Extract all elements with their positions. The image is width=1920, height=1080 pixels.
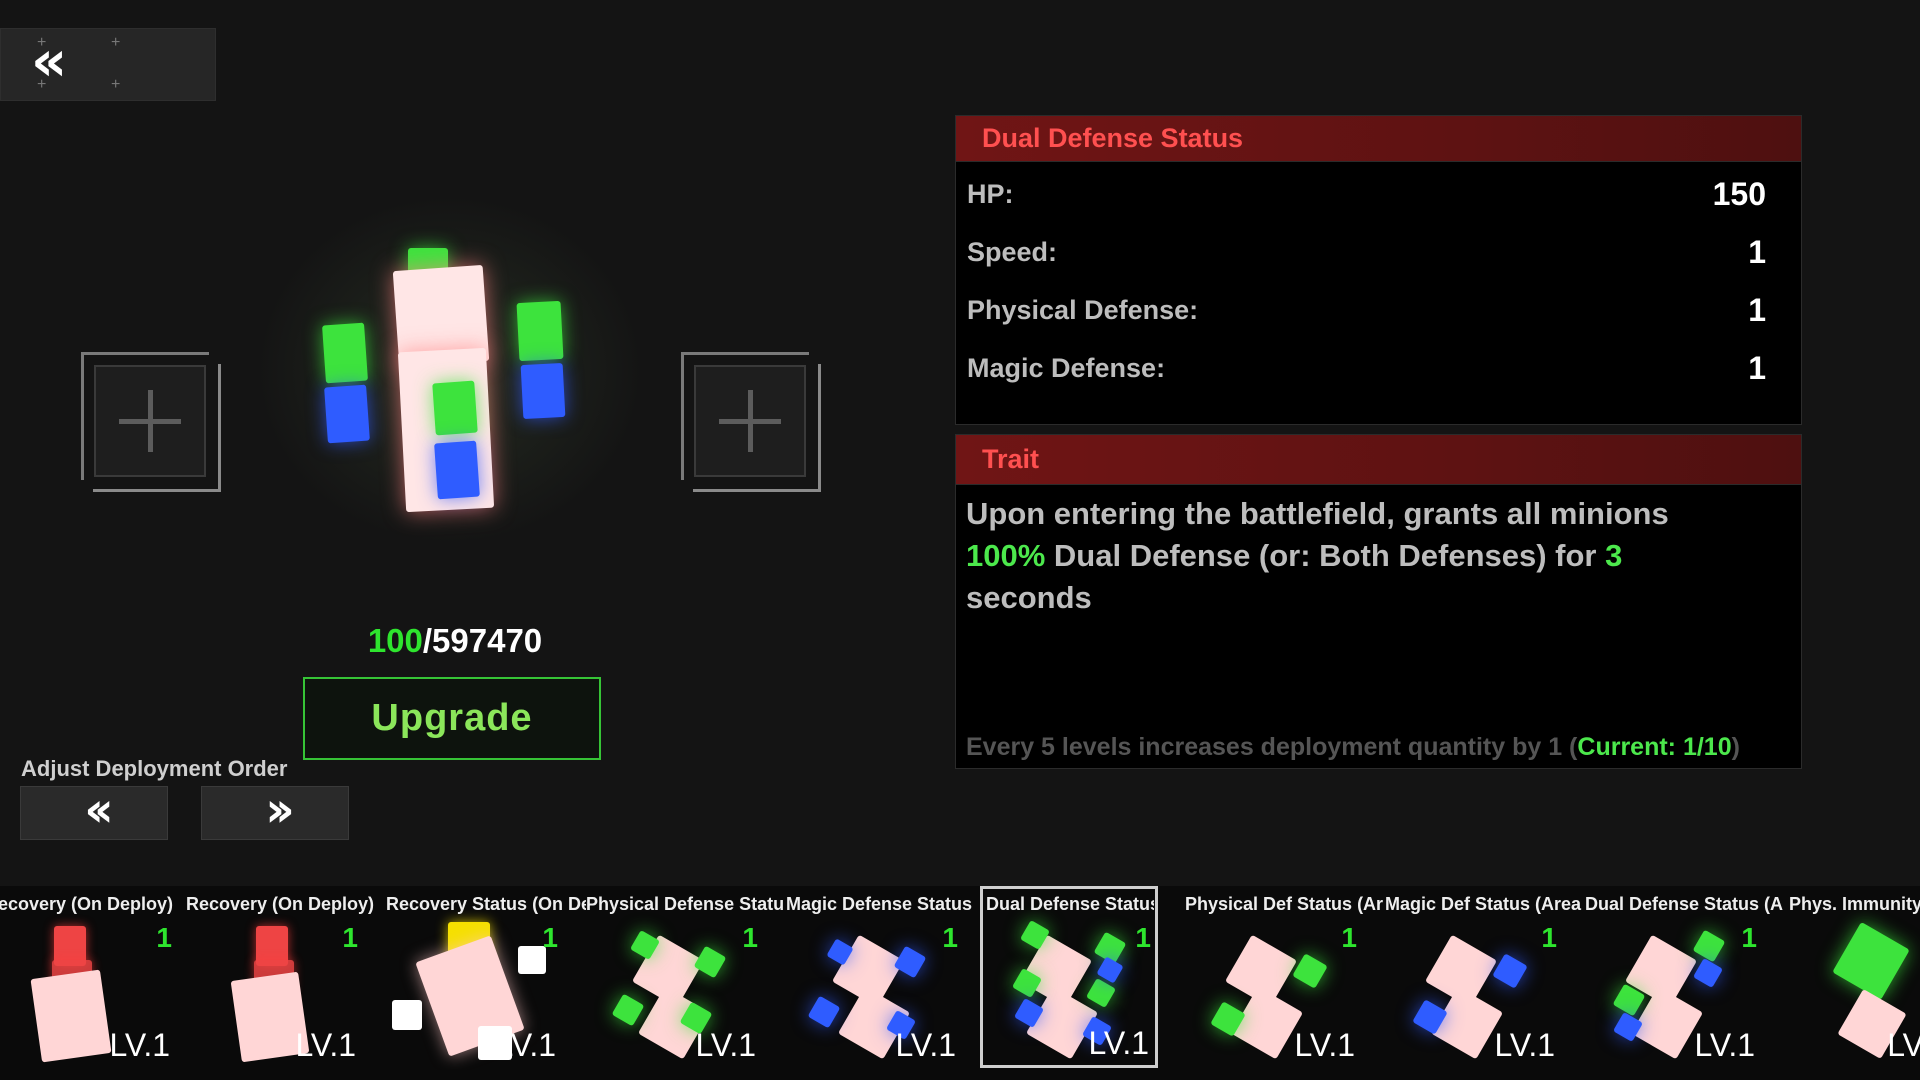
back-button[interactable]: ‹‹ + + + + xyxy=(0,28,216,101)
roster-card[interactable]: ecovery (On Deploy) 1 LV.1 xyxy=(0,886,200,1070)
unit-level: LV.1 xyxy=(295,1027,356,1063)
deployment-quantity-note: Every 5 levels increases deployment quan… xyxy=(966,733,1740,761)
required-fragments: /597470 xyxy=(422,622,543,659)
roster-card[interactable]: Dual Defense Status (A 1 LV.1 xyxy=(1585,886,1785,1070)
current-fragments: 100 xyxy=(367,622,423,659)
double-chevron-right-icon: ›› xyxy=(265,782,294,838)
unit-count: 1 xyxy=(942,922,958,953)
unit-roster: ecovery (On Deploy) 1 LV.1 Recovery (On … xyxy=(0,886,1920,1080)
roster-card[interactable]: Magic Def Status (Area 1 LV.1 xyxy=(1385,886,1585,1070)
unit-name: Physical Def Status (Ar xyxy=(1185,894,1384,914)
unit-name: ecovery (On Deploy) xyxy=(0,894,174,914)
unit-level: LV.1 xyxy=(895,1027,956,1063)
corner-plus-icon: + xyxy=(37,34,47,51)
unit-name: Magic Defense Status xyxy=(786,894,973,914)
unit-name: Dual Defense Status xyxy=(986,894,1154,914)
equipment-slot-right[interactable] xyxy=(681,352,821,492)
trait-description: Upon entering the battlefield, grants al… xyxy=(966,496,1669,615)
upgrade-progress-counter: 100/597470 xyxy=(300,622,610,660)
roster-card[interactable]: Physical Def Status (Ar 1 LV.1 xyxy=(1185,886,1385,1070)
trait-duration: 3 xyxy=(1605,538,1623,573)
stat-row-physical-defense: Physical Defense: 1 xyxy=(956,281,1801,339)
roster-card[interactable]: Magic Defense Status 1 LV.1 xyxy=(786,886,986,1070)
trait-percentage: 100% xyxy=(966,538,1046,573)
stat-label: Speed: xyxy=(967,236,1058,267)
stat-row-magic-defense: Magic Defense: 1 xyxy=(956,339,1801,397)
unit-count: 1 xyxy=(542,922,558,953)
corner-plus-icon: + xyxy=(111,76,121,93)
unit-count: 1 xyxy=(1541,922,1557,953)
stats-panel: Dual Defense Status HP: 150 Speed: 1 Phy… xyxy=(955,115,1802,425)
unit-level: LV.1 xyxy=(1294,1027,1355,1063)
upgrade-label: Upgrade xyxy=(371,697,533,739)
unit-count: 1 xyxy=(1741,922,1757,953)
add-slot-button-right[interactable] xyxy=(694,365,806,477)
unit-name: Dual Defense Status (A xyxy=(1585,894,1784,914)
unit-name: Physical Defense Statu xyxy=(586,894,785,914)
unit-level: LV.1 xyxy=(1494,1027,1555,1063)
plus-icon xyxy=(719,390,781,452)
unit-name: Phys. Immunity xyxy=(1789,894,1920,914)
unit-model xyxy=(240,180,660,560)
move-right-button[interactable]: ›› xyxy=(201,786,349,840)
trait-panel-header: Trait xyxy=(956,435,1801,485)
deployment-current: Current: 1/10 xyxy=(1577,733,1732,761)
stat-value: 1 xyxy=(1748,349,1766,386)
stat-value: 150 xyxy=(1712,175,1766,212)
stat-row-speed: Speed: 1 xyxy=(956,223,1801,281)
roster-card[interactable]: Phys. Immunity LV xyxy=(1785,886,1920,1070)
corner-plus-icon: + xyxy=(37,76,47,93)
stat-label: HP: xyxy=(967,178,1014,209)
equipment-slot-left[interactable] xyxy=(81,352,221,492)
unit-name: Recovery Status (On De xyxy=(386,894,586,914)
stats-panel-header: Dual Defense Status xyxy=(956,116,1801,162)
unit-count: 1 xyxy=(342,922,358,953)
unit-level: LV.1 xyxy=(1694,1027,1755,1063)
unit-count: 1 xyxy=(1341,922,1357,953)
roster-card[interactable]: Recovery (On Deploy) 1 LV.1 xyxy=(186,886,386,1070)
add-slot-button-left[interactable] xyxy=(94,365,206,477)
unit-level: LV.1 xyxy=(1088,1025,1149,1061)
stat-row-hp: HP: 150 xyxy=(956,165,1801,223)
unit-level: LV.1 xyxy=(695,1027,756,1063)
double-chevron-left-icon: ‹‹ xyxy=(84,782,113,838)
unit-count: 1 xyxy=(1135,922,1151,953)
unit-count: 1 xyxy=(742,922,758,953)
stat-value: 1 xyxy=(1748,291,1766,328)
unit-count: 1 xyxy=(156,922,172,953)
stat-label: Physical Defense: xyxy=(967,294,1199,325)
unit-level: LV xyxy=(1887,1027,1920,1063)
unit-level: LV.1 xyxy=(109,1027,170,1063)
trait-title: Trait xyxy=(982,444,1040,474)
roster-card-selected[interactable]: Dual Defense Status 1 LV.1 xyxy=(980,886,1158,1068)
deployment-order-label: Adjust Deployment Order xyxy=(21,756,288,781)
plus-icon xyxy=(119,390,181,452)
unit-name: Magic Def Status (Area xyxy=(1385,894,1582,914)
move-left-button[interactable]: ‹‹ xyxy=(20,786,168,840)
roster-card[interactable]: Recovery Status (On De 1 LV.1 xyxy=(386,886,586,1070)
stat-value: 1 xyxy=(1748,233,1766,270)
stat-label: Magic Defense: xyxy=(967,352,1166,383)
unit-level: LV.1 xyxy=(495,1027,556,1063)
upgrade-button[interactable]: Upgrade xyxy=(303,677,601,760)
unit-name: Recovery (On Deploy) xyxy=(186,894,375,914)
unit-name-title: Dual Defense Status xyxy=(982,123,1244,153)
trait-panel: Trait Upon entering the battlefield, gra… xyxy=(955,434,1802,769)
roster-card[interactable]: Physical Defense Statu 1 LV.1 xyxy=(586,886,786,1070)
corner-plus-icon: + xyxy=(111,34,121,51)
